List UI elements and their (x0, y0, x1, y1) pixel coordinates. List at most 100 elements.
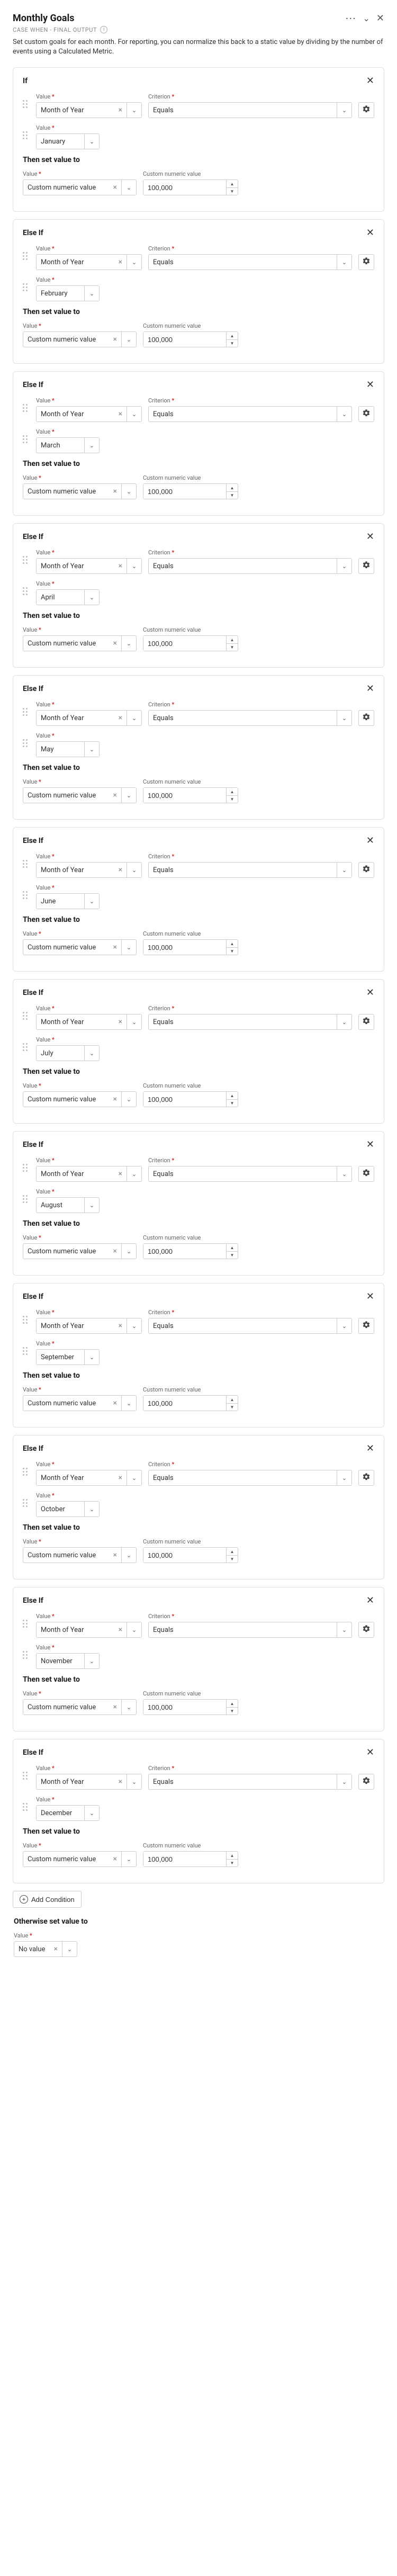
drag-handle-icon[interactable] (23, 131, 30, 142)
settings-button[interactable] (358, 862, 374, 878)
criterion-select[interactable]: Equals ⌄ (148, 1318, 352, 1334)
settings-button[interactable] (358, 1166, 374, 1182)
value-field-select[interactable]: Month of Year× ⌄ (36, 1470, 142, 1486)
month-select[interactable]: July ⌄ (36, 1045, 100, 1061)
value-field-select[interactable]: Month of Year× ⌄ (36, 1166, 142, 1182)
numeric-input-wrap[interactable]: ▲ ▼ (143, 331, 238, 347)
month-select[interactable]: May ⌄ (36, 741, 100, 757)
output-type-select[interactable]: Custom numeric value× ⌄ (23, 1851, 137, 1867)
drag-handle-icon[interactable] (23, 1803, 30, 1814)
close-icon[interactable]: ✕ (366, 228, 374, 238)
month-select[interactable]: March ⌄ (36, 437, 100, 453)
stepper-down-icon[interactable]: ▼ (227, 948, 238, 955)
criterion-select[interactable]: Equals ⌄ (148, 102, 352, 118)
chevron-down-icon[interactable]: ⌄ (84, 894, 99, 909)
stepper-up-icon[interactable]: ▲ (227, 332, 238, 340)
more-icon[interactable]: ··· (346, 13, 356, 23)
drag-handle-icon[interactable] (23, 739, 30, 750)
value-field-select[interactable]: Month of Year× ⌄ (36, 1318, 142, 1334)
drag-handle-icon[interactable] (23, 587, 30, 598)
clear-icon[interactable]: × (110, 1399, 117, 1407)
drag-handle-icon[interactable] (23, 1772, 30, 1783)
close-icon[interactable]: ✕ (366, 380, 374, 390)
chevron-down-icon[interactable]: ⌄ (127, 1622, 141, 1637)
chevron-down-icon[interactable]: ⌄ (121, 1396, 136, 1411)
clear-icon[interactable]: × (115, 258, 122, 266)
clear-icon[interactable]: × (115, 410, 122, 418)
numeric-input[interactable] (143, 1700, 226, 1715)
value-field-select[interactable]: Month of Year× ⌄ (36, 558, 142, 574)
stepper-up-icon[interactable]: ▲ (227, 484, 238, 492)
clear-icon[interactable]: × (115, 1474, 122, 1482)
close-icon[interactable]: ✕ (366, 836, 374, 846)
chevron-down-icon[interactable]: ⌄ (337, 255, 351, 270)
chevron-down-icon[interactable]: ⌄ (121, 788, 136, 803)
value-field-select[interactable]: Month of Year× ⌄ (36, 862, 142, 878)
chevron-down-icon[interactable]: ⌄ (127, 863, 141, 877)
chevron-down-icon[interactable]: ⌄ (127, 407, 141, 421)
stepper-down-icon[interactable]: ▼ (227, 1404, 238, 1411)
output-type-select[interactable]: Custom numeric value× ⌄ (23, 1091, 137, 1107)
chevron-down-icon[interactable]: ⌄ (337, 711, 351, 725)
stepper-down-icon[interactable]: ▼ (227, 644, 238, 651)
drag-handle-icon[interactable] (23, 1620, 30, 1631)
stepper-up-icon[interactable]: ▲ (227, 636, 238, 644)
output-type-select[interactable]: Custom numeric value× ⌄ (23, 331, 137, 347)
close-icon[interactable]: ✕ (366, 532, 374, 542)
criterion-select[interactable]: Equals ⌄ (148, 1014, 352, 1030)
drag-handle-icon[interactable] (23, 1164, 30, 1175)
stepper-down-icon[interactable]: ▼ (227, 1860, 238, 1867)
chevron-down-icon[interactable]: ⌄ (337, 1470, 351, 1485)
criterion-select[interactable]: Equals ⌄ (148, 558, 352, 574)
drag-handle-icon[interactable] (23, 1468, 30, 1479)
value-field-select[interactable]: Month of Year× ⌄ (36, 710, 142, 726)
month-select[interactable]: June ⌄ (36, 893, 100, 909)
chevron-down-icon[interactable]: ⌄ (363, 13, 370, 23)
settings-button[interactable] (358, 102, 374, 118)
clear-icon[interactable]: × (51, 1945, 58, 1953)
stepper-down-icon[interactable]: ▼ (227, 340, 238, 347)
value-field-select[interactable]: Month of Year× ⌄ (36, 1014, 142, 1030)
numeric-input[interactable] (143, 1396, 226, 1411)
stepper-up-icon[interactable]: ▲ (227, 1852, 238, 1860)
criterion-select[interactable]: Equals ⌄ (148, 1774, 352, 1790)
chevron-down-icon[interactable]: ⌄ (121, 636, 136, 651)
drag-handle-icon[interactable] (23, 1651, 30, 1662)
criterion-select[interactable]: Equals ⌄ (148, 254, 352, 270)
numeric-input-wrap[interactable]: ▲ ▼ (143, 787, 238, 803)
add-condition-button[interactable]: + Add Condition (13, 1891, 82, 1908)
drag-handle-icon[interactable] (23, 891, 30, 902)
clear-icon[interactable]: × (110, 335, 117, 344)
numeric-input-wrap[interactable]: ▲ ▼ (143, 179, 238, 195)
chevron-down-icon[interactable]: ⌄ (121, 1092, 136, 1107)
stepper-up-icon[interactable]: ▲ (227, 940, 238, 948)
numeric-input-wrap[interactable]: ▲ ▼ (143, 1091, 238, 1107)
info-icon[interactable]: i (100, 26, 107, 33)
month-select[interactable]: November ⌄ (36, 1653, 100, 1669)
numeric-input-wrap[interactable]: ▲ ▼ (143, 635, 238, 651)
value-field-select[interactable]: Month of Year× ⌄ (36, 254, 142, 270)
chevron-down-icon[interactable]: ⌄ (84, 286, 99, 301)
chevron-down-icon[interactable]: ⌄ (121, 1852, 136, 1866)
chevron-down-icon[interactable]: ⌄ (84, 134, 99, 149)
clear-icon[interactable]: × (110, 943, 117, 952)
clear-icon[interactable]: × (115, 1778, 122, 1786)
month-select[interactable]: October ⌄ (36, 1501, 100, 1517)
chevron-down-icon[interactable]: ⌄ (127, 1470, 141, 1485)
chevron-down-icon[interactable]: ⌄ (337, 1774, 351, 1789)
close-icon[interactable]: ✕ (376, 13, 384, 24)
stepper-down-icon[interactable]: ▼ (227, 188, 238, 195)
chevron-down-icon[interactable]: ⌄ (127, 1774, 141, 1789)
drag-handle-icon[interactable] (23, 708, 30, 719)
stepper-down-icon[interactable]: ▼ (227, 796, 238, 803)
criterion-select[interactable]: Equals ⌄ (148, 710, 352, 726)
numeric-input-wrap[interactable]: ▲ ▼ (143, 939, 238, 955)
chevron-down-icon[interactable]: ⌄ (121, 940, 136, 955)
chevron-down-icon[interactable]: ⌄ (337, 103, 351, 118)
numeric-input[interactable] (143, 180, 226, 195)
settings-button[interactable] (358, 558, 374, 574)
stepper-up-icon[interactable]: ▲ (227, 1396, 238, 1404)
clear-icon[interactable]: × (115, 1018, 122, 1026)
numeric-input[interactable] (143, 1244, 226, 1259)
output-type-select[interactable]: Custom numeric value× ⌄ (23, 1395, 137, 1411)
